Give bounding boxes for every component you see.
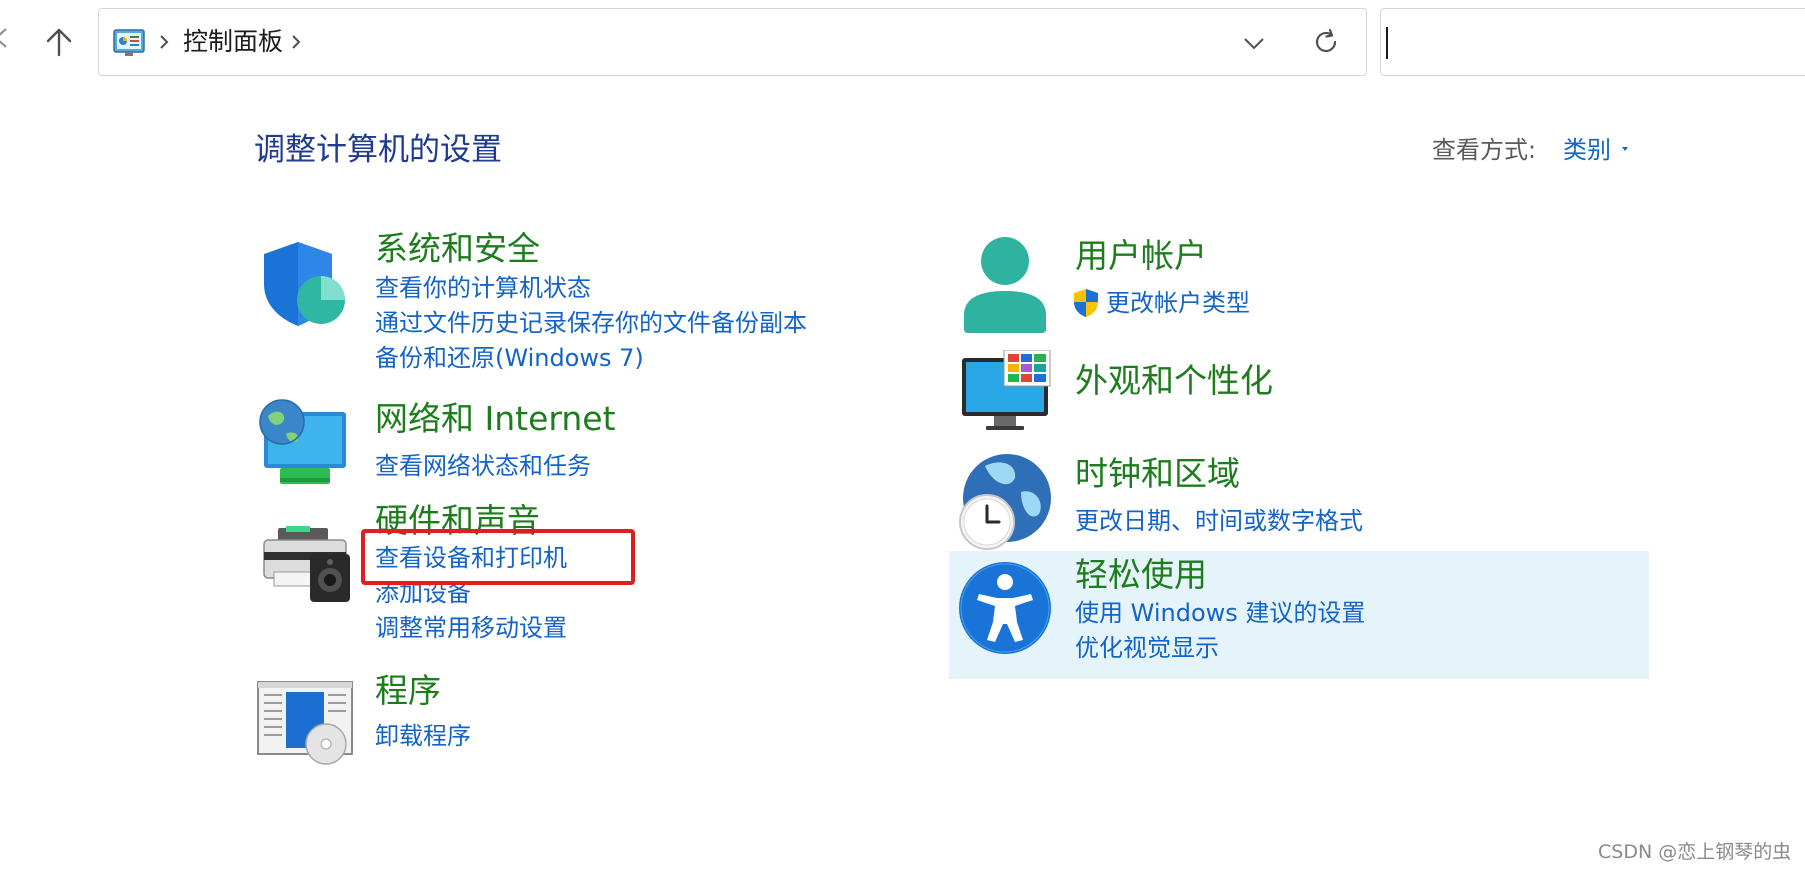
user-icon <box>964 237 1046 333</box>
network-icon <box>259 399 346 484</box>
category-ease-of-access[interactable]: 轻松使用 <box>1075 554 1207 596</box>
link-network-status[interactable]: 查看网络状态和任务 <box>375 450 591 482</box>
category-user-accounts[interactable]: 用户帐户 <box>1075 235 1207 277</box>
link-view-computer-status[interactable]: 查看你的计算机状态 <box>375 272 591 304</box>
refresh-icon[interactable] <box>1311 27 1341 57</box>
category-system-security[interactable]: 系统和安全 <box>375 228 540 270</box>
address-bar[interactable]: 控制面板 <box>98 8 1367 76</box>
category-programs[interactable]: 程序 <box>375 670 441 712</box>
accessibility-icon <box>959 562 1051 654</box>
breadcrumb-expand-icon[interactable] <box>289 29 303 55</box>
search-input[interactable] <box>1380 8 1805 76</box>
view-by-dropdown[interactable]: 类别 <box>1563 134 1611 166</box>
link-change-date-time-format[interactable]: 更改日期、时间或数字格式 <box>1075 505 1363 537</box>
programs-icon <box>257 681 353 765</box>
printer-speaker-icon <box>263 526 350 602</box>
monitor-icon <box>962 350 1051 430</box>
up-arrow-icon[interactable] <box>42 25 76 59</box>
link-uninstall-program[interactable]: 卸载程序 <box>375 720 471 752</box>
link-recommended-settings[interactable]: 使用 Windows 建议的设置 <box>1075 597 1365 629</box>
globe-clock-icon <box>959 454 1051 550</box>
dropdown-caret-icon[interactable] <box>1620 145 1630 153</box>
page-title: 调整计算机的设置 <box>254 132 502 168</box>
chevron-down-icon[interactable] <box>1241 31 1267 55</box>
uac-shield-icon <box>1074 289 1098 317</box>
category-network-internet[interactable]: 网络和 Internet <box>375 398 616 440</box>
link-optimize-visual-display[interactable]: 优化视觉显示 <box>1075 632 1219 664</box>
link-file-history-backup[interactable]: 通过文件历史记录保存你的文件备份副本 <box>375 307 807 339</box>
shield-icon <box>264 242 345 326</box>
category-appearance-personalization[interactable]: 外观和个性化 <box>1075 360 1273 402</box>
annotation-highlight-box <box>361 529 635 585</box>
link-backup-restore[interactable]: 备份和还原(Windows 7) <box>375 342 644 374</box>
link-mobility-settings[interactable]: 调整常用移动设置 <box>375 612 567 644</box>
breadcrumb-separator-icon <box>160 35 169 49</box>
text-caret <box>1386 27 1388 59</box>
view-by-label: 查看方式: <box>1432 136 1537 164</box>
breadcrumb-control-panel[interactable]: 控制面板 <box>183 27 283 57</box>
category-clock-region[interactable]: 时钟和区域 <box>1075 453 1240 495</box>
link-change-account-type[interactable]: 更改帐户类型 <box>1106 287 1250 319</box>
watermark-text: CSDN @恋上钢琴的虫 <box>1598 841 1792 863</box>
control-panel-icon <box>113 29 145 56</box>
back-arrow-icon[interactable] <box>0 25 10 51</box>
